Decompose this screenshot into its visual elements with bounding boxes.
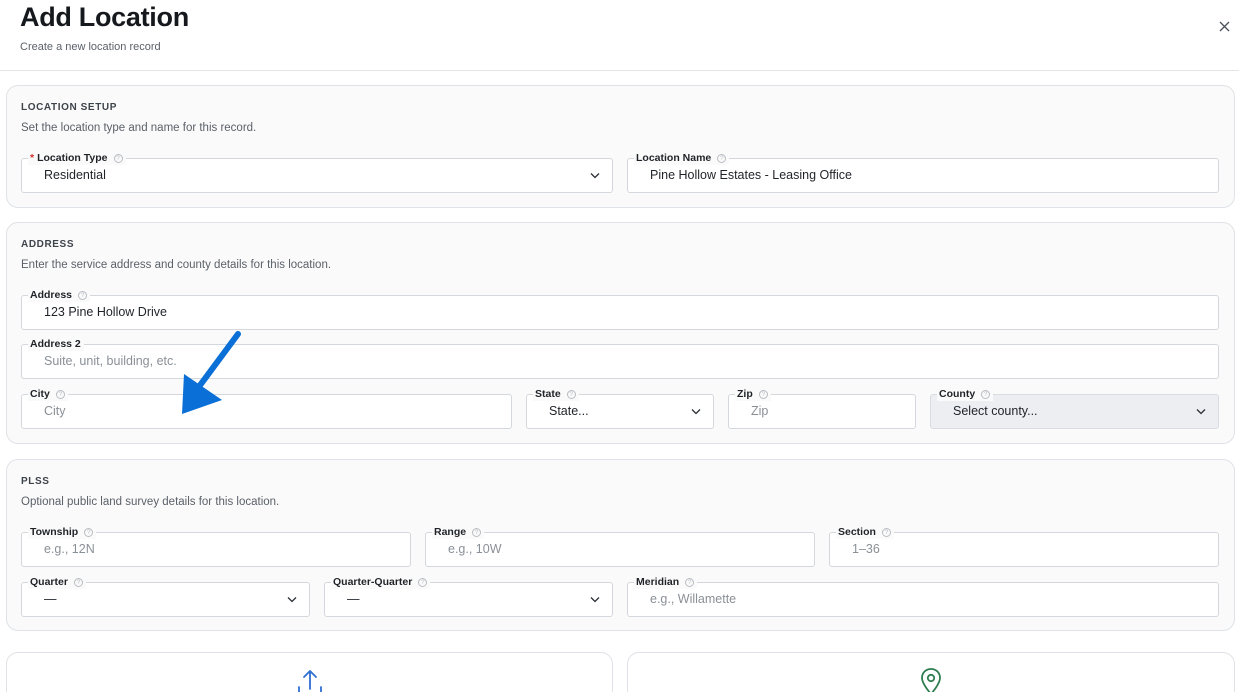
quarter-select[interactable]: Quarter? — bbox=[21, 575, 310, 617]
section-input[interactable]: Section? 1–36 bbox=[829, 525, 1219, 567]
chevron-down-icon bbox=[287, 597, 297, 603]
field-placeholder: Zip bbox=[751, 404, 769, 418]
field-placeholder: Suite, unit, building, etc. bbox=[44, 354, 177, 368]
upload-card[interactable] bbox=[6, 652, 613, 692]
help-icon[interactable]: ? bbox=[758, 389, 768, 399]
field-label: City bbox=[30, 388, 50, 400]
field-placeholder: 1–36 bbox=[852, 542, 880, 556]
help-icon[interactable]: ? bbox=[84, 527, 94, 537]
field-label: Quarter-Quarter bbox=[333, 576, 413, 588]
chevron-down-icon bbox=[590, 173, 600, 179]
section-title: LOCATION SETUP bbox=[21, 102, 117, 113]
help-icon[interactable]: ? bbox=[717, 153, 727, 163]
chevron-down-icon bbox=[1196, 409, 1206, 415]
range-input[interactable]: Range? e.g., 10W bbox=[425, 525, 815, 567]
section-title: PLSS bbox=[21, 476, 50, 487]
field-placeholder: State... bbox=[549, 404, 589, 418]
required-marker: * bbox=[30, 152, 35, 164]
field-placeholder: e.g., 10W bbox=[448, 542, 502, 556]
field-label: Quarter bbox=[30, 576, 68, 588]
help-icon[interactable]: ? bbox=[881, 527, 891, 537]
close-icon bbox=[1219, 21, 1229, 31]
state-select[interactable]: State? State... bbox=[526, 387, 714, 429]
field-label: Range bbox=[434, 526, 467, 538]
help-icon[interactable]: ? bbox=[78, 290, 88, 300]
field-value: — bbox=[44, 592, 57, 606]
field-label: Address bbox=[30, 289, 73, 301]
chevron-down-icon bbox=[590, 597, 600, 603]
field-label: Location Name bbox=[636, 152, 712, 164]
help-icon[interactable]: ? bbox=[685, 577, 695, 587]
close-button[interactable] bbox=[1214, 16, 1234, 36]
plss-section: PLSS Optional public land survey details… bbox=[6, 459, 1235, 631]
help-icon[interactable]: ? bbox=[113, 153, 123, 163]
city-input[interactable]: City? City bbox=[21, 387, 512, 429]
map-pin-icon bbox=[921, 668, 941, 692]
field-value: Residential bbox=[44, 168, 106, 182]
help-icon[interactable]: ? bbox=[73, 577, 83, 587]
dialog-header: Add Location Create a new location recor… bbox=[0, 0, 1239, 71]
field-label: Section bbox=[838, 526, 876, 538]
zip-input[interactable]: Zip? Zip bbox=[728, 387, 916, 429]
field-value: 123 Pine Hollow Drive bbox=[44, 305, 167, 319]
help-icon[interactable]: ? bbox=[55, 389, 65, 399]
quarter-quarter-select[interactable]: Quarter-Quarter? — bbox=[324, 575, 613, 617]
location-setup-section: LOCATION SETUP Set the location type and… bbox=[6, 85, 1235, 208]
field-placeholder: e.g., Willamette bbox=[650, 592, 737, 606]
chevron-down-icon bbox=[691, 409, 701, 415]
map-card[interactable] bbox=[627, 652, 1235, 692]
page-subtitle: Create a new location record bbox=[20, 41, 161, 53]
field-label: Address 2 bbox=[30, 338, 81, 350]
field-label: Location Type bbox=[37, 152, 108, 164]
section-description: Optional public land survey details for … bbox=[21, 496, 280, 508]
location-type-select[interactable]: * Location Type? Residential bbox=[21, 151, 613, 193]
section-title: ADDRESS bbox=[21, 239, 75, 250]
field-label: Township bbox=[30, 526, 79, 538]
field-label: Meridian bbox=[636, 576, 680, 588]
help-icon[interactable]: ? bbox=[418, 577, 428, 587]
field-placeholder: City bbox=[44, 404, 66, 418]
field-label: Zip bbox=[737, 388, 753, 400]
help-icon[interactable]: ? bbox=[472, 527, 482, 537]
section-description: Enter the service address and county det… bbox=[21, 259, 332, 271]
help-icon[interactable]: ? bbox=[566, 389, 576, 399]
field-value: Pine Hollow Estates - Leasing Office bbox=[650, 168, 852, 182]
county-select[interactable]: County? Select county... bbox=[930, 387, 1219, 429]
page-title: Add Location bbox=[20, 2, 189, 32]
field-label: County bbox=[939, 388, 976, 400]
field-placeholder: Select county... bbox=[953, 404, 1038, 418]
township-input[interactable]: Township? e.g., 12N bbox=[21, 525, 411, 567]
field-value: — bbox=[347, 592, 360, 606]
field-placeholder: e.g., 12N bbox=[44, 542, 95, 556]
field-label: State bbox=[535, 388, 561, 400]
location-name-input[interactable]: Location Name? Pine Hollow Estates - Lea… bbox=[627, 151, 1219, 193]
meridian-input[interactable]: Meridian? e.g., Willamette bbox=[627, 575, 1219, 617]
section-description: Set the location type and name for this … bbox=[21, 122, 257, 134]
help-icon[interactable]: ? bbox=[981, 389, 991, 399]
upload-icon bbox=[298, 670, 322, 692]
annotation-arrow bbox=[182, 331, 241, 414]
address-input[interactable]: Address? 123 Pine Hollow Drive bbox=[21, 288, 1219, 330]
